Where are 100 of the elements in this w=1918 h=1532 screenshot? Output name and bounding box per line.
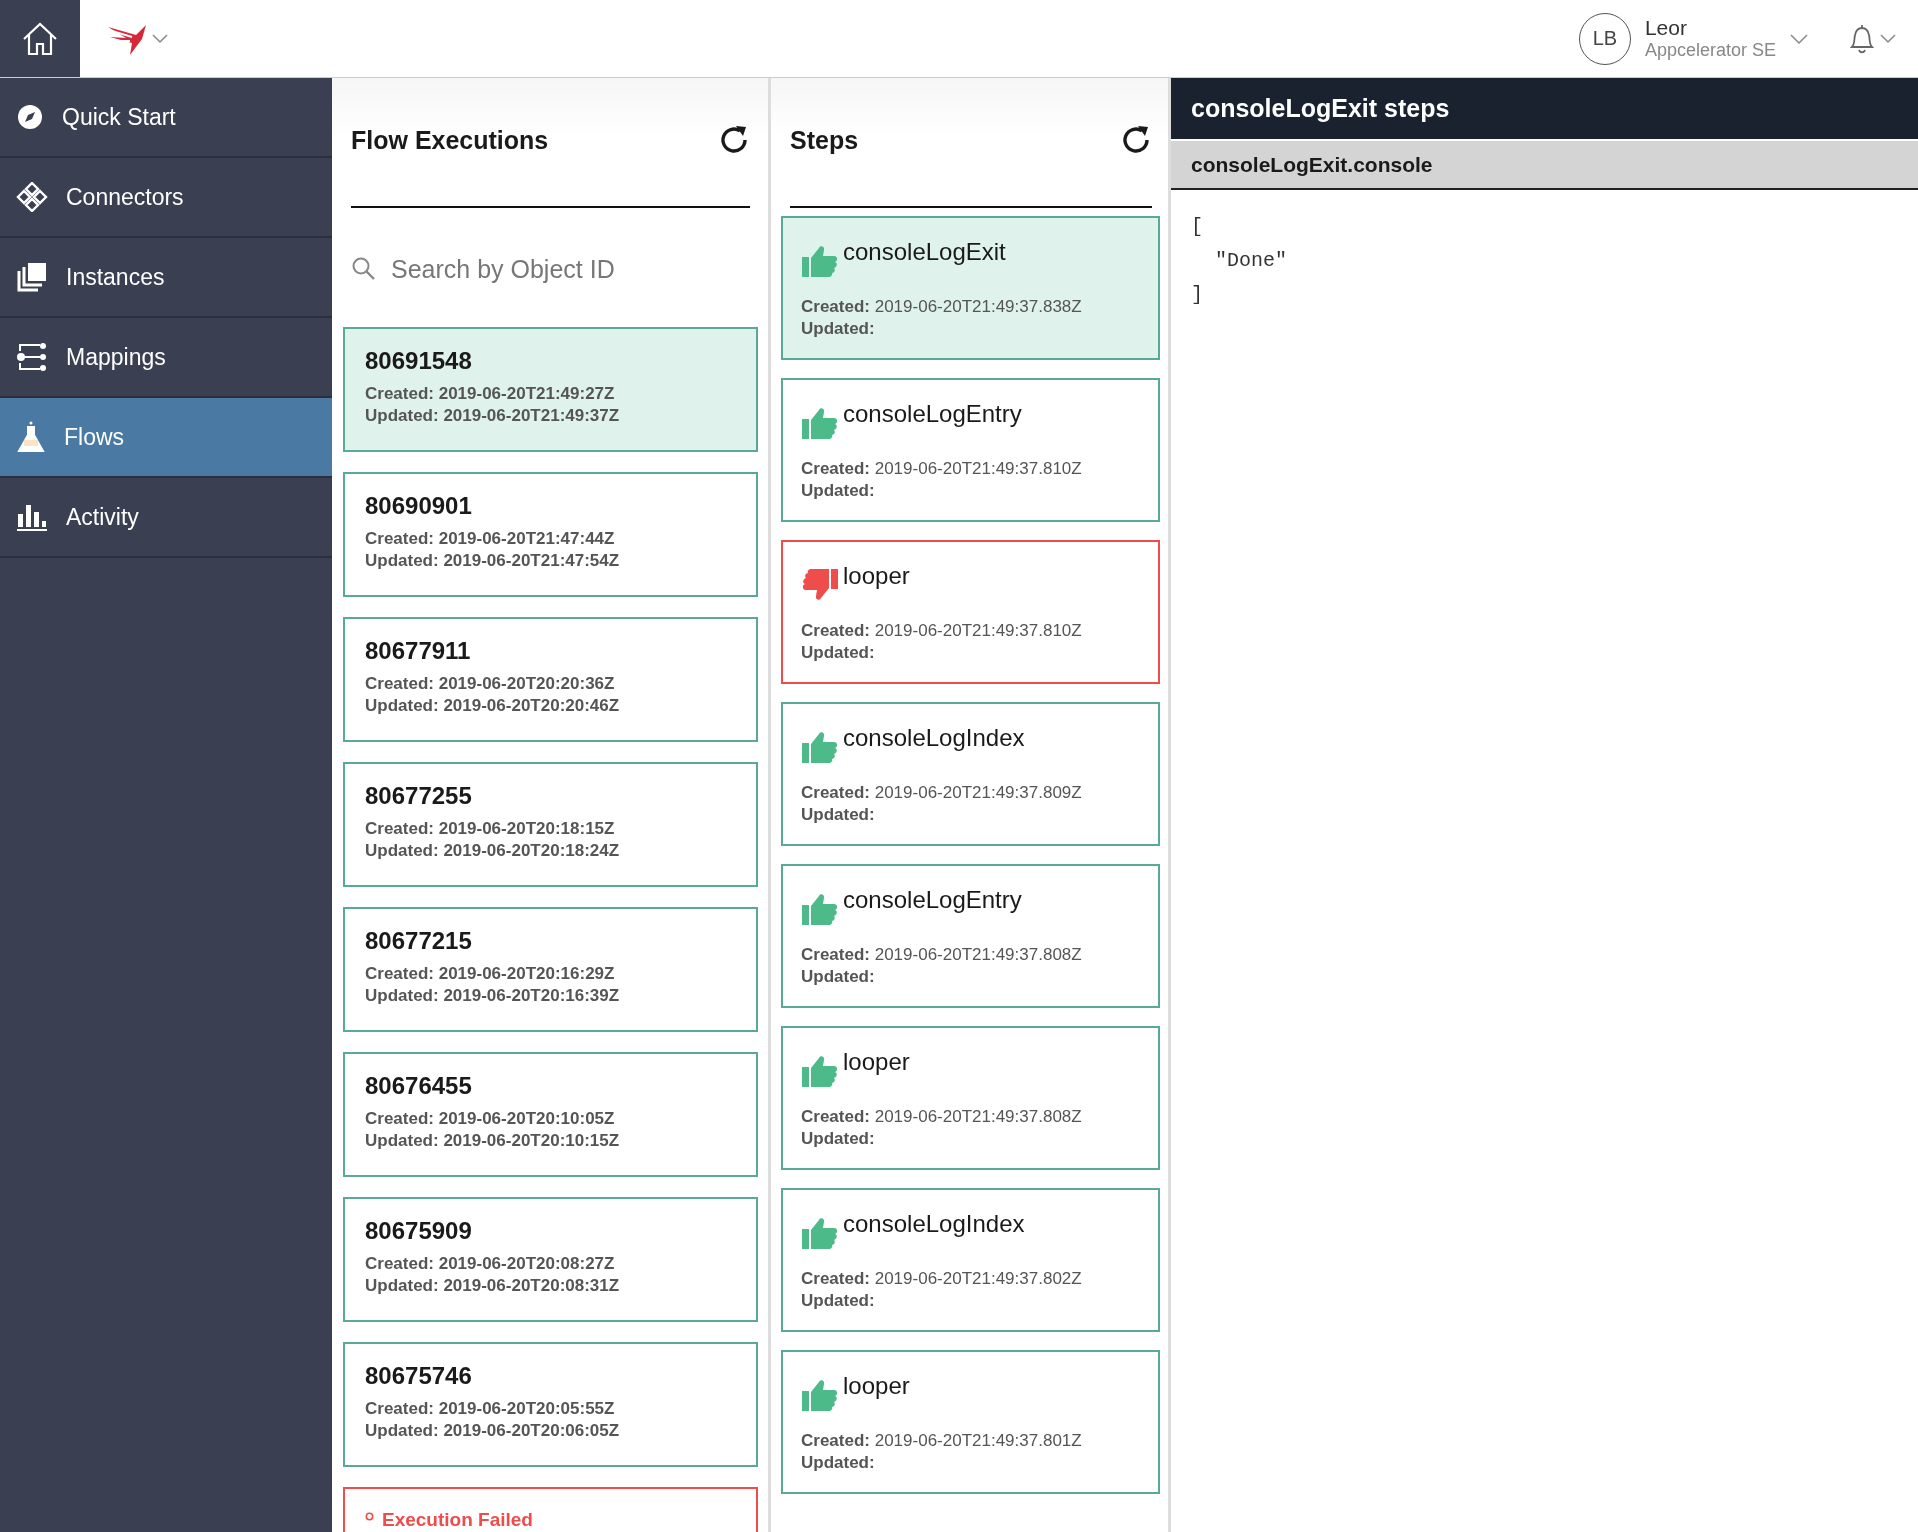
thumbs-up-icon <box>801 730 839 764</box>
execution-id: 80675909 <box>365 1217 473 1245</box>
home-button[interactable] <box>0 0 80 77</box>
thumbs-up-icon <box>801 1216 839 1250</box>
updated-label: Updated: <box>801 1128 876 1150</box>
chevron-down-icon <box>152 33 168 44</box>
notifications-button[interactable] <box>1848 22 1896 55</box>
created-time: Created: 2019-06-20T20:10:05Z <box>365 1108 616 1130</box>
updated-label: Updated: <box>801 966 876 988</box>
created-time: Created: 2019-06-20T21:49:37.810Z <box>801 620 1083 642</box>
panel-title: Steps <box>790 125 859 155</box>
step-name: looper <box>843 1372 910 1400</box>
step-card[interactable]: consoleLogIndex Created: 2019-06-20T21:49:37.802Z Updated: <box>781 1188 1160 1332</box>
updated-time: Updated: 2019-06-20T20:16:39Z <box>365 985 621 1007</box>
compass-icon <box>16 103 44 131</box>
stacked-pages-icon <box>16 262 48 292</box>
user-organization: Appcelerator SE <box>1644 40 1776 61</box>
step-card[interactable]: consoleLogExit Created: 2019-06-20T21:49:37.838Z Updated: <box>781 216 1160 360</box>
created-time: Created: 2019-06-20T21:49:37.801Z <box>801 1430 1083 1452</box>
chevron-down-icon <box>1880 33 1896 44</box>
updated-time: Updated: 2019-06-20T20:06:05Z <box>365 1420 621 1442</box>
execution-id: 80690901 <box>365 492 473 520</box>
updated-time: Updated: 2019-06-20T20:18:24Z <box>365 840 621 862</box>
execution-id: 80677255 <box>365 782 473 810</box>
thumbs-up-icon <box>801 892 839 926</box>
created-time: Created: 2019-06-20T21:49:37.808Z <box>801 1106 1083 1128</box>
error-message: Execution Failed <box>382 1509 533 1531</box>
step-card[interactable]: consoleLogEntry Created: 2019-06-20T21:49:37.808Z Updated: <box>781 864 1160 1008</box>
step-name: consoleLogIndex <box>843 724 1025 752</box>
step-name: consoleLogExit <box>843 238 1006 266</box>
updated-label: Updated: <box>801 642 876 664</box>
user-menu[interactable]: LB Leor Appcelerator SE <box>1578 12 1808 65</box>
created-time: Created: 2019-06-20T21:49:37.808Z <box>801 944 1083 966</box>
execution-id: 80691548 <box>365 347 473 375</box>
execution-card[interactable]: 80676455 Created: 2019-06-20T20:10:05Z Updated: 2019-06-20T20:10:15Z <box>343 1052 758 1177</box>
refresh-icon <box>718 124 750 156</box>
execution-id: 80677215 <box>365 927 473 955</box>
bell-icon <box>1848 22 1876 55</box>
created-time: Created: 2019-06-20T21:47:44Z <box>365 528 616 550</box>
execution-id: 80676455 <box>365 1072 473 1100</box>
small-circle-icon <box>365 1512 374 1521</box>
created-time: Created: 2019-06-20T20:20:36Z <box>365 673 616 695</box>
bar-chart-icon <box>16 502 48 532</box>
thumbs-up-icon <box>801 406 839 440</box>
step-card[interactable]: consoleLogEntry Created: 2019-06-20T21:49:37.810Z Updated: <box>781 378 1160 522</box>
step-name: looper <box>843 562 910 590</box>
user-name: Leor <box>1644 16 1688 40</box>
updated-label: Updated: <box>801 804 876 826</box>
execution-card[interactable]: 80677215 Created: 2019-06-20T20:16:29Z Updated: 2019-06-20T20:16:39Z <box>343 907 758 1032</box>
updated-label: Updated: <box>801 318 876 340</box>
execution-card[interactable]: 80691548 Created: 2019-06-20T21:49:27Z Updated: 2019-06-20T21:49:37Z <box>343 327 758 452</box>
updated-label: Updated: <box>801 1290 876 1312</box>
step-name: consoleLogIndex <box>843 1210 1025 1238</box>
console-output: [ "Done" ] <box>1190 214 1288 308</box>
step-card[interactable]: looper Created: 2019-06-20T21:49:37.808Z Updated: <box>781 1026 1160 1170</box>
section-header: consoleLogExit.console <box>1171 141 1918 190</box>
created-time: Created: 2019-06-20T21:49:37.810Z <box>801 458 1083 480</box>
flask-icon <box>16 421 46 453</box>
created-time: Created: 2019-06-20T21:49:37.809Z <box>801 782 1083 804</box>
execution-card[interactable]: 80690901 Created: 2019-06-20T21:47:44Z Updated: 2019-06-20T21:47:54Z <box>343 472 758 597</box>
updated-label: Updated: <box>801 1452 876 1474</box>
refresh-button[interactable] <box>1120 124 1152 156</box>
step-card[interactable]: looper Created: 2019-06-20T21:49:37.801Z Updated: <box>781 1350 1160 1494</box>
created-time: Created: 2019-06-20T21:49:37.802Z <box>801 1268 1083 1290</box>
updated-time: Updated: 2019-06-20T20:10:15Z <box>365 1130 621 1152</box>
execution-id: 80675746 <box>365 1362 473 1390</box>
refresh-icon <box>1120 124 1152 156</box>
execution-card[interactable]: 80675909 Created: 2019-06-20T20:08:27Z Updated: 2019-06-20T20:08:31Z <box>343 1197 758 1322</box>
created-time: Created: 2019-06-20T20:18:15Z <box>365 818 616 840</box>
thumbs-up-icon <box>801 244 839 278</box>
chevron-down-icon <box>1790 33 1808 44</box>
detail-title: consoleLogExit steps <box>1171 78 1918 141</box>
step-name: looper <box>843 1048 910 1076</box>
home-icon <box>21 20 59 57</box>
step-name: consoleLogEntry <box>843 886 1022 914</box>
step-name: consoleLogEntry <box>843 400 1022 428</box>
updated-time: Updated: 2019-06-20T20:20:46Z <box>365 695 621 717</box>
created-time: Created: 2019-06-20T20:16:29Z <box>365 963 616 985</box>
search-field[interactable]: Search by Object ID <box>389 253 750 285</box>
created-time: Created: 2019-06-20T20:05:55Z <box>365 1398 616 1420</box>
thumbs-down-icon <box>801 568 839 602</box>
execution-card[interactable]: 80677911 Created: 2019-06-20T20:20:36Z Updated: 2019-06-20T20:20:46Z <box>343 617 758 742</box>
execution-card[interactable]: Execution Failed <box>343 1487 758 1532</box>
updated-time: Updated: 2019-06-20T21:47:54Z <box>365 550 621 572</box>
created-time: Created: 2019-06-20T21:49:37.838Z <box>801 296 1083 318</box>
updated-time: Updated: 2019-06-20T20:08:31Z <box>365 1275 621 1297</box>
sidebar-item[interactable]: Flows <box>0 398 332 478</box>
updated-label: Updated: <box>801 480 876 502</box>
thumbs-up-icon <box>801 1378 839 1412</box>
search-icon <box>351 256 377 282</box>
created-time: Created: 2019-06-20T20:08:27Z <box>365 1253 616 1275</box>
execution-card[interactable]: 80675746 Created: 2019-06-20T20:05:55Z Updated: 2019-06-20T20:06:05Z <box>343 1342 758 1467</box>
thumbs-up-icon <box>801 1054 839 1088</box>
step-card[interactable]: consoleLogIndex Created: 2019-06-20T21:49:37.809Z Updated: <box>781 702 1160 846</box>
execution-id: 80677911 <box>365 637 472 665</box>
updated-time: Updated: 2019-06-20T21:49:37Z <box>365 405 621 427</box>
refresh-button[interactable] <box>718 124 750 156</box>
step-card[interactable]: looper Created: 2019-06-20T21:49:37.810Z Updated: <box>781 540 1160 684</box>
execution-card[interactable]: 80677255 Created: 2019-06-20T20:18:15Z Updated: 2019-06-20T20:18:24Z <box>343 762 758 887</box>
created-time: Created: 2019-06-20T21:49:27Z <box>365 383 616 405</box>
